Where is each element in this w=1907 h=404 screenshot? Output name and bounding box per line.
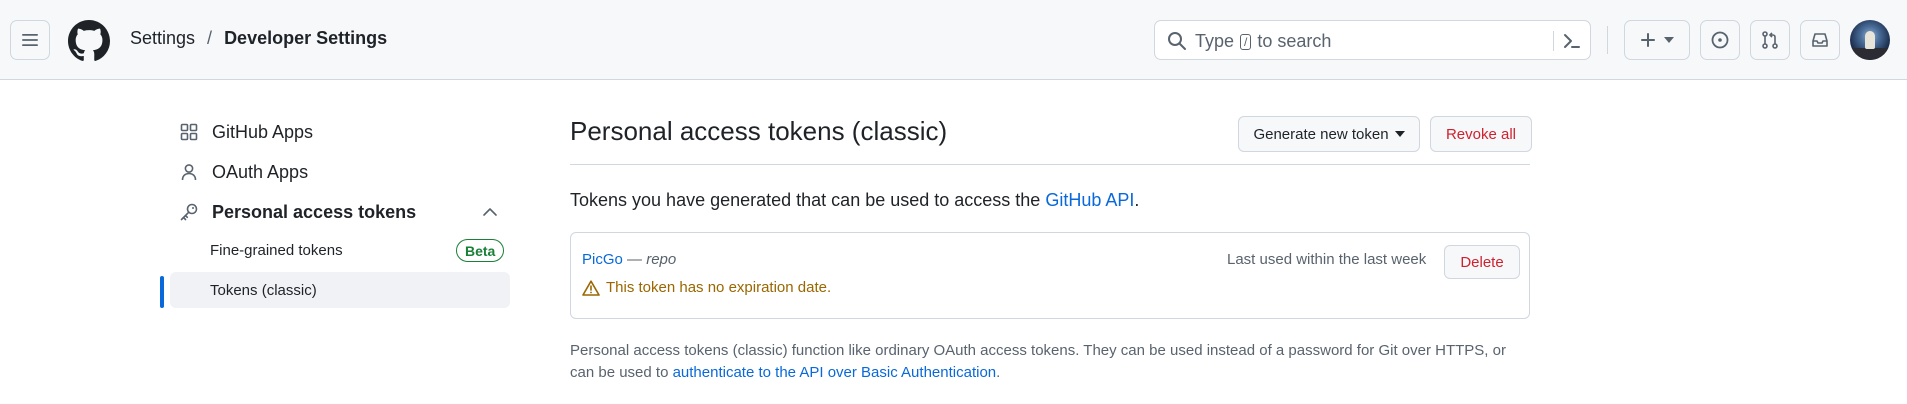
menu-button[interactable]: [10, 20, 50, 60]
inbox-button[interactable]: [1800, 20, 1840, 60]
breadcrumb: Settings / Developer Settings: [130, 28, 387, 49]
apps-grid-icon: [178, 121, 200, 143]
sidebar-item-label: Tokens (classic): [210, 281, 317, 299]
footnote-text: Personal access tokens (classic) functio…: [570, 340, 1530, 384]
intro-text-end: .: [1134, 190, 1140, 210]
search-divider: [1553, 31, 1554, 51]
plus-icon: [1641, 33, 1655, 47]
token-list-item: PicGo — repo This token has no expiratio…: [570, 232, 1530, 319]
user-avatar[interactable]: [1850, 20, 1890, 60]
generate-new-token-label: Generate new token: [1253, 125, 1389, 143]
search-placeholder: Type / to search: [1195, 31, 1331, 52]
sidebar-item-tokens-classic[interactable]: Tokens (classic): [170, 272, 510, 308]
alert-icon: [582, 279, 600, 296]
basic-auth-link[interactable]: authenticate to the API over Basic Authe…: [673, 364, 997, 381]
header-divider: [1607, 26, 1608, 54]
git-pull-request-icon: [1762, 31, 1778, 49]
person-icon: [178, 161, 200, 183]
delete-token-button[interactable]: Delete: [1444, 245, 1520, 279]
caret-down-icon: [1394, 131, 1405, 137]
search-placeholder-before: Type: [1195, 31, 1235, 51]
token-name-link[interactable]: PicGo: [582, 251, 623, 268]
sidebar-item-label: GitHub Apps: [212, 121, 314, 142]
token-expiration-warning: This token has no expiration date.: [582, 279, 831, 296]
issues-button[interactable]: [1700, 20, 1740, 60]
sidebar-item-fine-grained-tokens[interactable]: Fine-grained tokens Beta: [170, 232, 510, 268]
beta-badge: Beta: [456, 239, 505, 262]
page-title: Personal access tokens (classic): [570, 116, 948, 146]
create-new-button[interactable]: [1624, 20, 1690, 60]
breadcrumb-separator: /: [207, 28, 213, 48]
github-api-link[interactable]: GitHub API: [1045, 190, 1134, 210]
github-logo-icon[interactable]: [68, 20, 110, 62]
top-header: Settings / Developer Settings Type / to …: [0, 0, 1907, 80]
sidebar-item-github-apps[interactable]: GitHub Apps: [162, 114, 313, 150]
sidebar-item-label: Personal access tokens: [212, 201, 417, 222]
avatar-figure: [1865, 31, 1875, 49]
active-indicator: [160, 276, 164, 308]
token-name-row: PicGo — repo: [582, 251, 676, 268]
search-placeholder-after: to search: [1257, 31, 1332, 51]
search-icon: [1168, 32, 1186, 50]
title-divider: [570, 164, 1530, 165]
command-palette-icon[interactable]: [1561, 30, 1583, 52]
inbox-icon: [1812, 33, 1828, 47]
intro-text-body: Tokens you have generated that can be us…: [570, 190, 1046, 210]
sidebar-item-label: Fine-grained tokens: [210, 241, 343, 259]
intro-text: Tokens you have generated that can be us…: [570, 190, 1139, 211]
breadcrumb-settings[interactable]: Settings: [130, 28, 195, 49]
avatar-ground: [1850, 48, 1890, 60]
token-dash: —: [622, 251, 647, 268]
breadcrumb-developer-settings[interactable]: Developer Settings: [224, 28, 387, 49]
footnote-text-end: .: [996, 364, 1001, 381]
hamburger-icon: [22, 34, 38, 46]
sidebar-item-label: OAuth Apps: [212, 161, 309, 182]
sidebar-item-oauth-apps[interactable]: OAuth Apps: [162, 154, 308, 190]
search-input[interactable]: Type / to search: [1154, 20, 1591, 60]
token-scope: repo: [646, 251, 677, 268]
sidebar-item-personal-access-tokens[interactable]: Personal access tokens: [162, 194, 512, 230]
generate-new-token-button[interactable]: Generate new token: [1238, 116, 1420, 152]
key-icon: [178, 201, 200, 223]
pull-requests-button[interactable]: [1750, 20, 1790, 60]
chevron-up-icon[interactable]: [482, 207, 498, 217]
search-shortcut-key: /: [1240, 33, 1252, 50]
issue-opened-icon: [1711, 31, 1729, 49]
token-last-used: Last used within the last week: [1227, 251, 1427, 268]
revoke-all-button[interactable]: Revoke all: [1430, 116, 1532, 152]
token-warning-text: This token has no expiration date.: [606, 279, 832, 296]
caret-down-icon: [1664, 37, 1674, 43]
